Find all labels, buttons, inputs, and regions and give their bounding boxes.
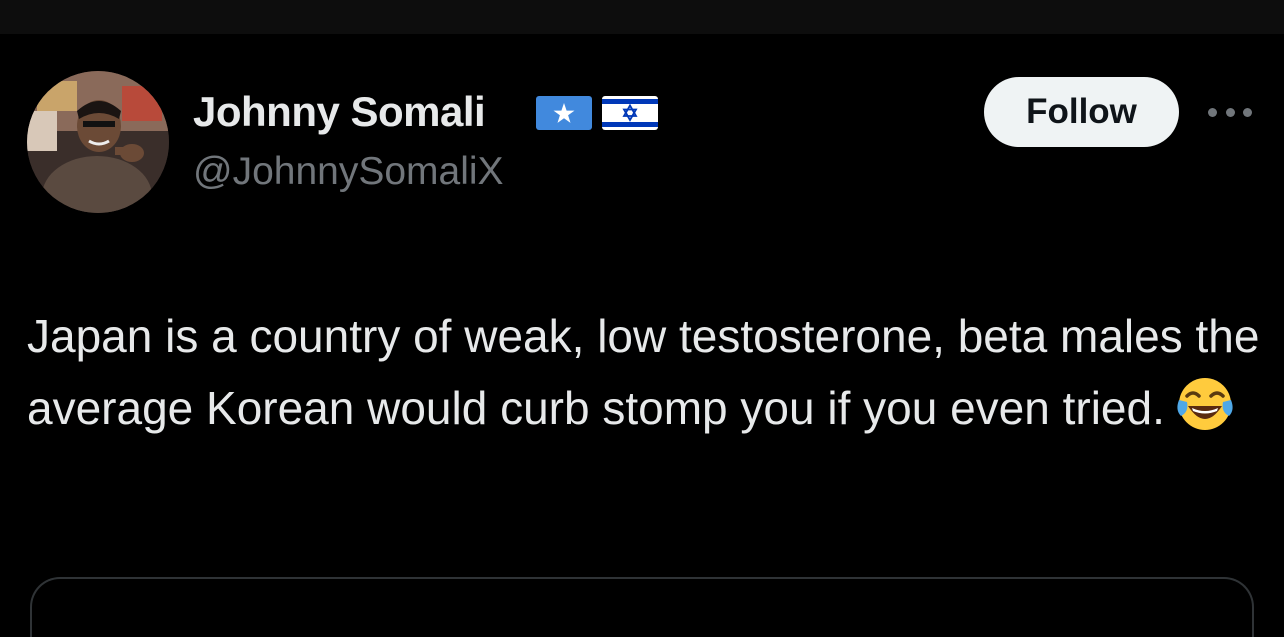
author-handle[interactable]: @JohnnySomaliX bbox=[193, 150, 504, 194]
follow-button[interactable]: Follow bbox=[984, 77, 1179, 147]
post-text: Japan is a country of weak, low testoste… bbox=[27, 300, 1267, 444]
face-with-tears-of-joy-icon bbox=[1175, 374, 1235, 434]
israel-flag-icon bbox=[602, 96, 658, 130]
somalia-flag-icon bbox=[536, 96, 592, 130]
more-options-icon[interactable] bbox=[1208, 102, 1252, 122]
avatar[interactable] bbox=[27, 71, 169, 213]
dot-icon bbox=[1243, 107, 1252, 117]
author-display-name[interactable]: Johnny Somali bbox=[193, 88, 486, 136]
embedded-card[interactable] bbox=[30, 577, 1254, 637]
post-text-content: Japan is a country of weak, low testoste… bbox=[27, 310, 1260, 434]
dot-icon bbox=[1225, 107, 1235, 117]
top-bar bbox=[0, 0, 1284, 34]
dot-icon bbox=[1208, 107, 1217, 117]
